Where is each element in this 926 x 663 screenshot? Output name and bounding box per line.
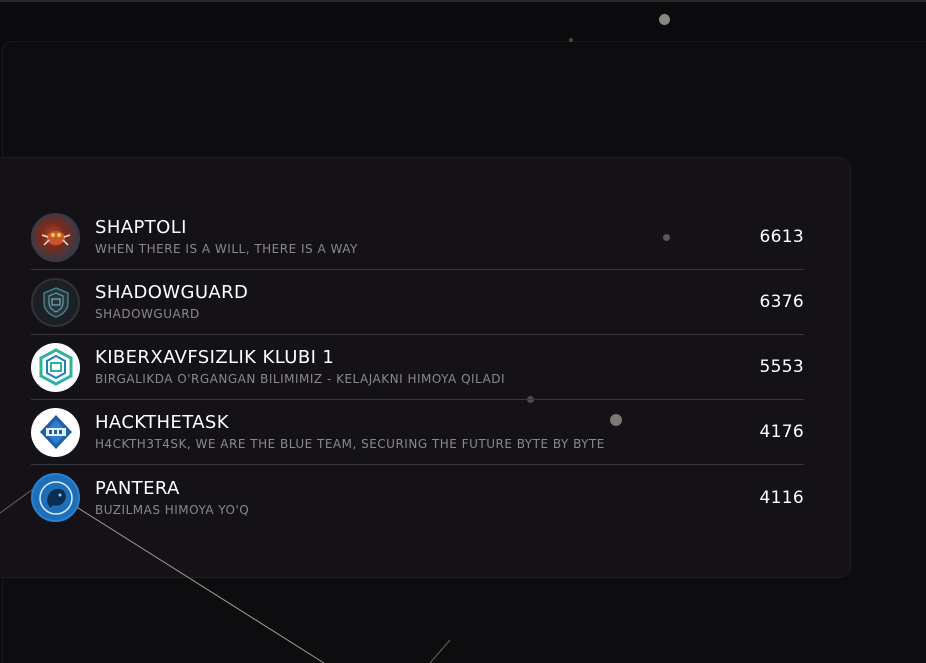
leaderboard-row[interactable]: SHADOWGUARD SHADOWGUARD 6376 [31,270,804,335]
shield-avatar [31,277,80,327]
team-score: 6613 [759,227,804,247]
team-score: 6376 [759,292,804,312]
team-name: SHAPTOLI [95,217,187,238]
leaderboard-row[interactable]: SHAPTOLI WHEN THERE IS A WILL, THERE IS … [31,205,804,270]
spider-monster-avatar [31,212,80,262]
leaderboard-list: SHAPTOLI WHEN THERE IS A WILL, THERE IS … [31,205,804,530]
leaderboard-row[interactable]: HACKTHETASK H4CKTH3T4SK, WE ARE THE BLUE… [31,400,804,465]
team-name: HACKTHETASK [95,412,229,433]
team-score: 5553 [759,357,804,377]
hack-badge-avatar [31,407,80,457]
team-score: 4176 [759,422,804,442]
team-motto: WHEN THERE IS A WILL, THERE IS A WAY [95,242,358,256]
team-motto: BUZILMAS HIMOYA YO'Q [95,502,250,517]
team-name: KIBERXAVFSIZLIK KLUBI 1 [95,347,335,368]
leaderboard-row[interactable]: PANTERA BUZILMAS HIMOYA YO'Q 4116 [31,465,804,530]
team-name: PANTERA [95,477,180,499]
leaderboard-row[interactable]: KIBERXAVFSIZLIK KLUBI 1 BIRGALIKDA O'RGA… [31,335,804,400]
team-motto: SHADOWGUARD [95,307,200,321]
cube-logo-avatar [31,342,80,392]
team-score: 4116 [759,487,804,508]
team-name: SHADOWGUARD [95,282,249,303]
team-motto: H4CKTH3T4SK, WE ARE THE BLUE TEAM, SECUR… [95,437,605,451]
team-motto: BIRGALIKDA O'RGANGAN BILIMIMIZ - KELAJAK… [95,372,506,386]
panther-avatar [31,473,80,522]
